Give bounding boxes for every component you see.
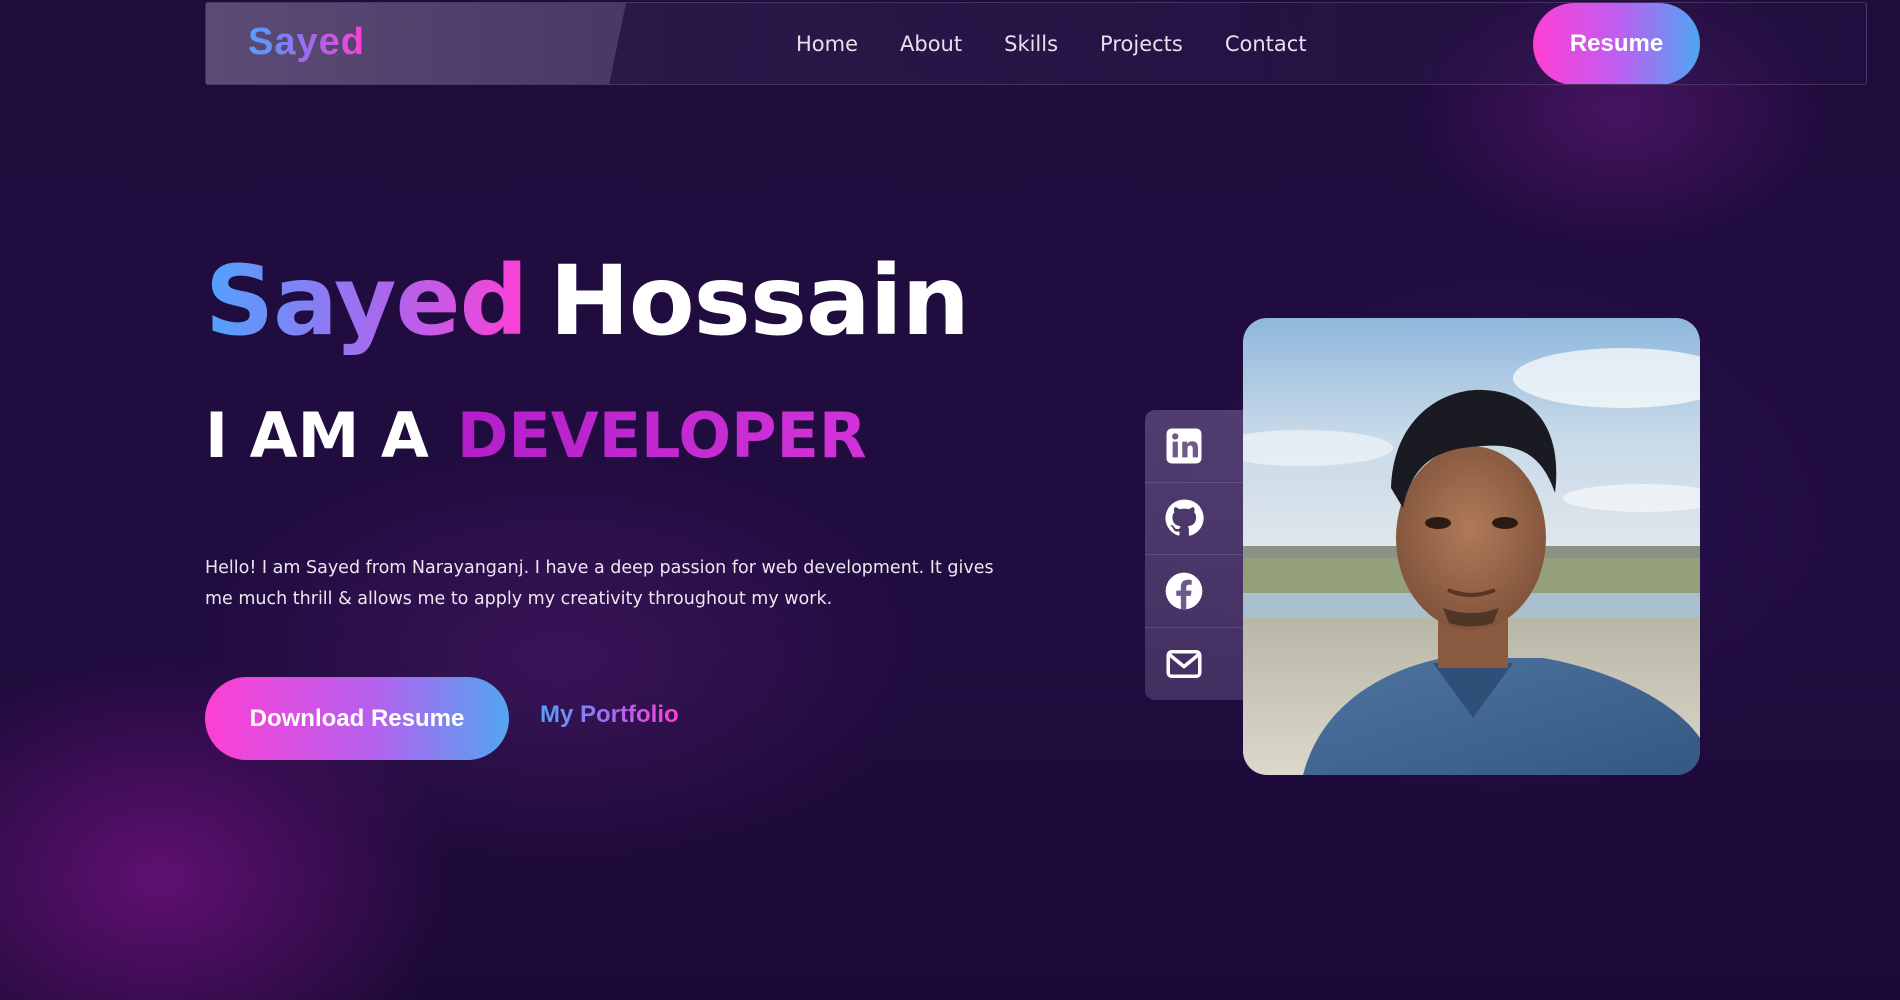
- brand-logo[interactable]: Sayed: [248, 21, 365, 64]
- hero-name-first: Sayed: [205, 245, 528, 357]
- nav-link-skills[interactable]: Skills: [1004, 32, 1058, 56]
- social-linkedin[interactable]: [1145, 410, 1243, 483]
- intro-text: Hello! I am Sayed from Narayanganj. I ha…: [205, 558, 994, 609]
- download-resume-button[interactable]: Download Resume: [205, 677, 509, 760]
- mail-icon: [1163, 643, 1205, 685]
- linkedin-icon: [1163, 425, 1205, 467]
- nav-link-about[interactable]: About: [900, 32, 962, 56]
- hero-name: Sayed Hossain: [205, 253, 970, 349]
- hero-name-last: Hossain: [549, 245, 970, 357]
- social-github[interactable]: [1145, 483, 1243, 555]
- portfolio-link[interactable]: My Portfolio: [540, 701, 679, 729]
- github-icon: [1163, 497, 1205, 539]
- role-prefix: I AM A: [205, 399, 429, 472]
- navbar: Sayed Home About Skills Projects Contact…: [205, 2, 1867, 85]
- social-bar: [1145, 410, 1243, 700]
- nav-link-home[interactable]: Home: [796, 32, 858, 56]
- nav-links: Home About Skills Projects Contact: [796, 3, 1307, 84]
- role-word: DEVELOPER: [456, 399, 867, 472]
- social-mail[interactable]: [1145, 628, 1243, 701]
- role-line: I AM A DEVELOPER: [205, 405, 867, 467]
- nav-link-projects[interactable]: Projects: [1100, 32, 1183, 56]
- social-facebook[interactable]: [1145, 555, 1243, 628]
- nav-link-contact[interactable]: Contact: [1225, 32, 1307, 56]
- resume-button[interactable]: Resume: [1533, 3, 1700, 84]
- facebook-icon: [1163, 570, 1205, 612]
- profile-photo: [1243, 318, 1700, 775]
